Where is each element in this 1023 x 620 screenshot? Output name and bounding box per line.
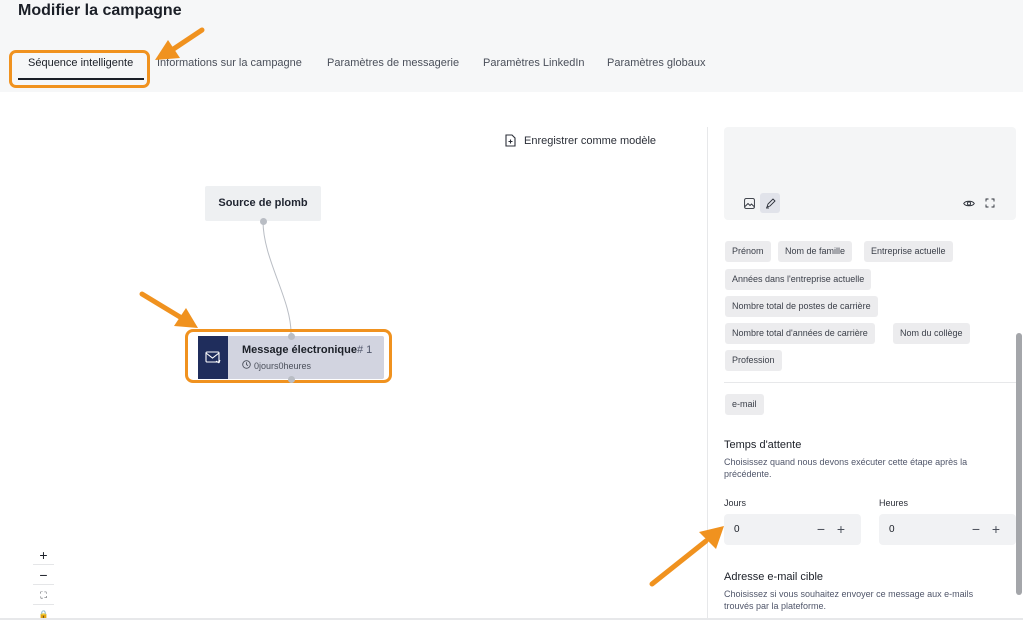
pencil-icon[interactable]: [760, 193, 780, 213]
wait-time-title: Temps d'attente: [724, 439, 802, 451]
variable-tag-years-in-company[interactable]: Années dans l'entreprise actuelle: [725, 269, 872, 290]
image-icon[interactable]: [739, 193, 759, 213]
expand-icon[interactable]: [980, 193, 1000, 213]
email-node-title: Message électronique# 1: [242, 344, 372, 356]
fit-view-button[interactable]: ⛶: [33, 585, 54, 605]
target-email-description: Choisissez si vous souhaitez envoyer ce …: [724, 589, 974, 611]
variable-tag-total-years[interactable]: Nombre total d'années de carrière: [725, 323, 875, 344]
zoom-in-button[interactable]: +: [33, 545, 54, 565]
days-decrement-button[interactable]: −: [814, 514, 828, 545]
section-divider: [724, 382, 1016, 383]
page-header: Modifier la campagne Séquence intelligen…: [0, 0, 1023, 92]
target-email-title: Adresse e-mail cible: [724, 571, 824, 583]
variable-tag-last-name[interactable]: Nom de famille: [778, 241, 853, 262]
hours-stepper[interactable]: 0 − +: [879, 514, 1016, 545]
tab-highlight-box: [9, 50, 150, 88]
days-increment-button[interactable]: +: [834, 514, 848, 545]
panel-divider: [707, 127, 708, 620]
file-plus-icon: [505, 134, 516, 147]
variable-tag-total-positions[interactable]: Nombre total de postes de carrière: [725, 296, 878, 317]
save-as-template-button[interactable]: Enregistrer comme modèle: [505, 134, 656, 147]
lead-source-label: Source de plomb: [218, 197, 308, 209]
tab-linkedin-settings[interactable]: Paramètres LinkedIn: [483, 52, 585, 74]
email-node-delay: 0jours0heures: [242, 360, 311, 371]
tab-global-settings[interactable]: Paramètres globaux: [607, 52, 705, 74]
message-editor[interactable]: [724, 127, 1016, 220]
email-message-node[interactable]: Message électronique# 1 0jours0heures: [198, 336, 384, 379]
email-node-bottom-handle[interactable]: [288, 376, 295, 383]
clock-icon: [242, 360, 251, 371]
email-send-icon: [198, 336, 228, 379]
lead-source-node[interactable]: Source de plomb: [205, 186, 321, 221]
email-node-top-handle[interactable]: [288, 333, 295, 340]
canvas-controls: + − ⛶ 🔒: [33, 545, 54, 620]
tab-messaging-settings[interactable]: Paramètres de messagerie: [327, 52, 459, 74]
page-title: Modifier la campagne: [18, 2, 182, 19]
tab-bar: Séquence intelligente Informations sur l…: [0, 52, 1023, 80]
email-node-delay-text: 0jours0heures: [254, 360, 312, 371]
source-node-handle[interactable]: [260, 218, 267, 225]
days-value[interactable]: 0: [734, 514, 740, 545]
email-node-title-text: Message électronique: [242, 344, 357, 356]
panel-scrollbar[interactable]: [1016, 333, 1022, 595]
zoom-out-button[interactable]: −: [33, 565, 54, 585]
variable-tag-college[interactable]: Nom du collège: [893, 323, 970, 344]
email-node-number: # 1: [356, 344, 373, 356]
variable-tag-profession[interactable]: Profession: [725, 350, 782, 371]
variable-tag-current-company[interactable]: Entreprise actuelle: [864, 241, 953, 262]
wait-time-description: Choisissez quand nous devons exécuter ce…: [724, 457, 968, 479]
arrow-to-days: [649, 526, 724, 587]
arrow-to-node: [139, 291, 198, 328]
variable-tag-first-name[interactable]: Prénom: [725, 241, 771, 262]
hours-value[interactable]: 0: [889, 514, 895, 545]
eye-icon[interactable]: [959, 193, 979, 213]
days-stepper[interactable]: 0 − +: [724, 514, 861, 545]
email-tag[interactable]: e-mail: [725, 394, 764, 415]
hours-label: Heures: [879, 498, 909, 508]
tab-campaign-info[interactable]: Informations sur la campagne: [157, 52, 302, 74]
hours-increment-button[interactable]: +: [989, 514, 1003, 545]
save-as-template-label: Enregistrer comme modèle: [524, 134, 657, 147]
days-label: Jours: [724, 498, 747, 508]
hours-decrement-button[interactable]: −: [969, 514, 983, 545]
